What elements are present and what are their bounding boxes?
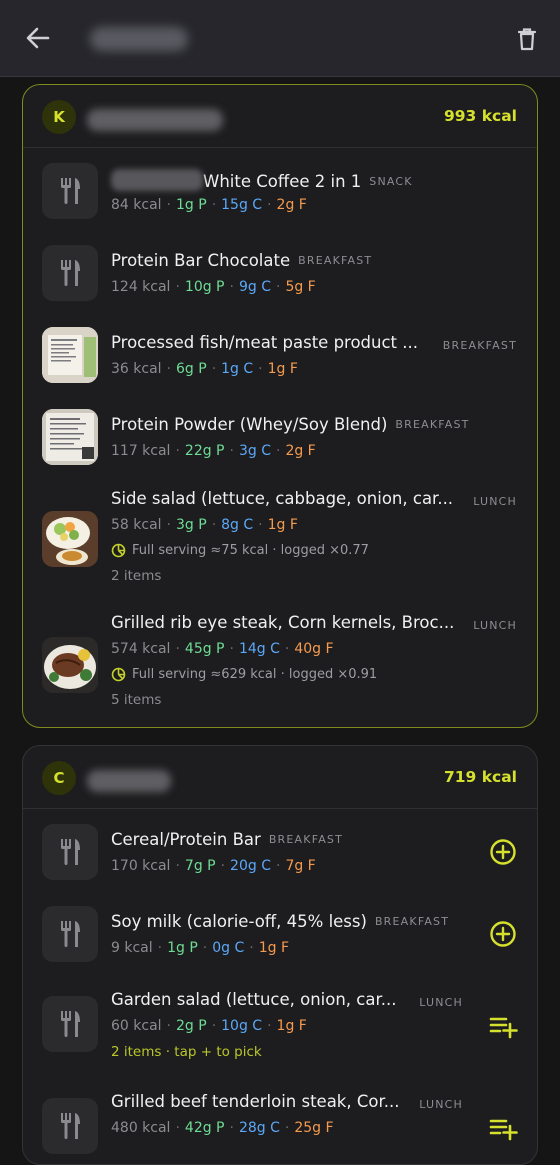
food-photo — [42, 409, 98, 465]
food-thumb — [42, 1098, 98, 1154]
macro-line: 36 kcal · 6g P · 1g C · 1g F — [111, 361, 298, 377]
utensils-icon — [61, 260, 80, 286]
item-title: Cereal/Protein Bar BREAKFAST — [111, 830, 344, 849]
macro-line: 117 kcal · 22g P · 3g C · 2g F — [111, 443, 316, 459]
arrow-left-icon[interactable] — [22, 22, 54, 54]
utensils-icon — [61, 1113, 80, 1139]
utensils-icon — [61, 839, 80, 865]
page-title-redacted — [90, 27, 188, 51]
food-thumb — [42, 245, 98, 301]
utensils-icon — [61, 178, 80, 204]
meal-tag: BREAKFAST — [268, 833, 344, 846]
meal-tag: BREAKFAST — [298, 254, 373, 267]
macro-line: 9 kcal · 1g P · 0g C · 1g F — [111, 940, 290, 956]
macro-line: 58 kcal · 3g P · 8g C · 1g F — [111, 517, 298, 533]
group-total-kcal: 993 kcal — [443, 107, 517, 125]
macro-line: 60 kcal · 2g P · 10g C · 1g F — [111, 1018, 307, 1034]
item-title: Protein Powder (Whey/Soy Blend) BREAKFAST — [111, 415, 470, 434]
item-title: Soy milk (calorie-off, 45% less) BREAKFAS… — [111, 912, 450, 931]
item-title: Garden salad (lettuce, onion, car... — [111, 990, 397, 1009]
utensils-icon — [61, 1011, 80, 1037]
macro-line: 574 kcal · 45g P · 14g C · 40g F — [111, 641, 334, 657]
item-title: White Coffee 2 in 1 SNACK — [111, 169, 413, 191]
user-group-card: K 993 kcal White Coffee 2 in 1 SNACK 84 k… — [22, 84, 538, 728]
trash-icon[interactable] — [512, 24, 542, 54]
macro-line: 170 kcal · 7g P · 20g C · 7g F — [111, 858, 316, 874]
meal-tag: BREAKFAST — [374, 915, 450, 928]
pie-icon — [111, 543, 126, 558]
user-group-card: C 719 kcal Cereal/Protein Bar BREAKFAST 1… — [22, 745, 538, 1165]
macro-line: 84 kcal · 1g P · 15g C · 2g F — [111, 197, 307, 213]
serving-note: Full serving ≈75 kcal · logged ×0.77 — [111, 543, 369, 558]
item-title: Protein Bar Chocolate BREAKFAST — [111, 251, 373, 270]
list-item[interactable]: Protein Bar Chocolate BREAKFAST 124 kcal ·… — [23, 231, 537, 311]
playlist-add-icon[interactable] — [487, 1112, 519, 1144]
meal-tag: LUNCH — [473, 495, 517, 508]
add-circle-icon[interactable] — [487, 836, 519, 868]
list-item[interactable]: White Coffee 2 in 1 SNACK 84 kcal · 1g P · 15… — [23, 149, 537, 229]
add-circle-icon[interactable] — [487, 918, 519, 950]
food-thumb — [42, 906, 98, 962]
pick-hint: 2 items · tap + to pick — [111, 1044, 262, 1060]
food-photo — [42, 637, 98, 693]
list-item[interactable]: Processed fish/meat paste product ... BR… — [23, 313, 537, 393]
top-bar — [0, 0, 560, 77]
food-thumb — [42, 163, 98, 219]
group-header: K 993 kcal — [23, 85, 537, 148]
macro-line: 124 kcal · 10g P · 9g C · 5g F — [111, 279, 316, 295]
pie-icon — [111, 667, 126, 682]
group-header: C 719 kcal — [23, 746, 537, 809]
serving-note: Full serving ≈629 kcal · logged ×0.91 — [111, 667, 377, 682]
list-item[interactable]: Cereal/Protein Bar BREAKFAST 170 kcal · 7g … — [23, 810, 537, 890]
food-photo — [42, 511, 98, 567]
playlist-add-icon[interactable] — [487, 1010, 519, 1042]
list-item[interactable]: Grilled rib eye steak, Corn kernels, Bro… — [23, 601, 537, 725]
meal-tag: LUNCH — [473, 619, 517, 632]
meal-tag: LUNCH — [419, 996, 463, 1009]
food-photo — [42, 327, 98, 383]
macro-line: 480 kcal · 42g P · 28g C · 25g F — [111, 1120, 334, 1136]
item-title: Processed fish/meat paste product ... — [111, 333, 419, 352]
meal-tag: LUNCH — [419, 1098, 463, 1111]
user-name-redacted — [87, 770, 171, 792]
meal-tag: BREAKFAST — [442, 339, 517, 352]
meal-tag: SNACK — [369, 175, 413, 188]
item-title: Side salad (lettuce, cabbage, onion, car… — [111, 489, 454, 508]
group-total-kcal: 719 kcal — [443, 768, 517, 786]
food-thumb — [42, 824, 98, 880]
list-item[interactable]: Side salad (lettuce, cabbage, onion, car… — [23, 477, 537, 599]
avatar: K — [42, 100, 76, 134]
meal-tag: BREAKFAST — [395, 418, 470, 431]
redacted-text — [111, 169, 203, 191]
list-item[interactable]: Protein Powder (Whey/Soy Blend) BREAKFAST… — [23, 395, 537, 475]
item-title: Grilled beef tenderloin steak, Cor... — [111, 1092, 400, 1111]
user-name-redacted — [87, 109, 223, 131]
utensils-icon — [61, 921, 80, 947]
items-count: 5 items — [111, 692, 162, 708]
item-title: Grilled rib eye steak, Corn kernels, Bro… — [111, 613, 455, 632]
food-thumb — [42, 996, 98, 1052]
list-item[interactable]: Garden salad (lettuce, onion, car... LUN… — [23, 974, 537, 1074]
items-count: 2 items — [111, 568, 162, 584]
list-item[interactable]: Grilled beef tenderloin steak, Cor... LU… — [23, 1076, 537, 1164]
list-item[interactable]: Soy milk (calorie-off, 45% less) BREAKFAS… — [23, 892, 537, 972]
avatar: C — [42, 761, 76, 795]
